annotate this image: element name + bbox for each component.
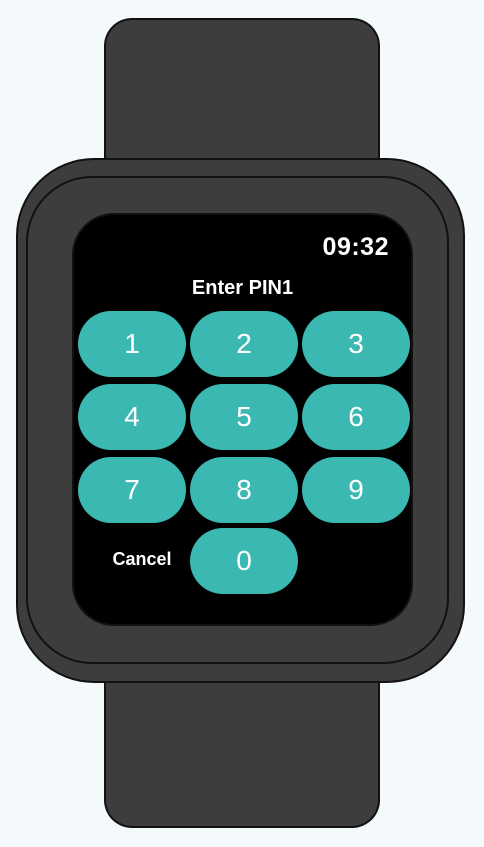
- watch-mockup: 09:32 Enter PIN1 1 2 3 4 5 6 7 8 9 Cance…: [0, 0, 484, 847]
- key-5[interactable]: 5: [190, 384, 298, 450]
- key-4[interactable]: 4: [78, 384, 186, 450]
- key-9[interactable]: 9: [302, 457, 410, 523]
- key-0[interactable]: 0: [190, 528, 298, 594]
- key-3[interactable]: 3: [302, 311, 410, 377]
- key-8[interactable]: 8: [190, 457, 298, 523]
- watch-screen: 09:32 Enter PIN1 1 2 3 4 5 6 7 8 9 Cance…: [72, 213, 413, 626]
- key-1[interactable]: 1: [78, 311, 186, 377]
- key-2[interactable]: 2: [190, 311, 298, 377]
- key-6[interactable]: 6: [302, 384, 410, 450]
- status-time: 09:32: [322, 233, 389, 261]
- cancel-button[interactable]: Cancel: [98, 549, 186, 570]
- key-7[interactable]: 7: [78, 457, 186, 523]
- pin-prompt-title: Enter PIN1: [191, 277, 294, 299]
